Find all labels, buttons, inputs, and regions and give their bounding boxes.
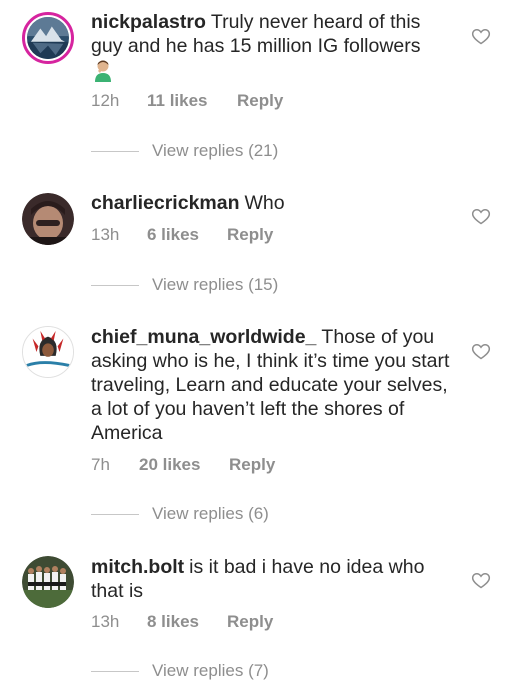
view-replies-button[interactable]: View replies (15) bbox=[91, 275, 278, 295]
like-heart-icon[interactable] bbox=[471, 206, 491, 226]
comment-body: Who bbox=[244, 192, 285, 214]
team-photo-avatar-icon bbox=[22, 556, 74, 608]
person-avatar-icon bbox=[22, 193, 74, 245]
reply-button[interactable]: Reply bbox=[229, 455, 275, 475]
comment-meta: 13h 6 likes Reply bbox=[91, 225, 273, 245]
like-heart-icon[interactable] bbox=[471, 26, 491, 46]
mountain-lake-avatar-icon bbox=[27, 17, 69, 59]
view-replies-label: View replies (7) bbox=[152, 661, 269, 680]
chief-headdress-logo-avatar-icon bbox=[23, 327, 73, 377]
view-replies-button[interactable]: View replies (6) bbox=[91, 504, 269, 524]
facepalm-emoji-icon bbox=[95, 60, 111, 82]
comment-likes[interactable]: 6 likes bbox=[147, 225, 227, 245]
comment-time: 13h bbox=[91, 225, 120, 244]
comment-text: mitch.bolt is it bad i have no idea who t… bbox=[91, 555, 451, 603]
like-heart-icon[interactable] bbox=[471, 341, 491, 361]
divider bbox=[91, 284, 139, 286]
reply-button[interactable]: Reply bbox=[227, 225, 273, 245]
reply-button[interactable]: Reply bbox=[227, 612, 273, 632]
comment-username[interactable]: mitch.bolt bbox=[91, 556, 184, 578]
comment-likes[interactable]: 11 likes bbox=[147, 91, 237, 111]
view-replies-label: View replies (6) bbox=[152, 504, 269, 523]
avatar[interactable] bbox=[22, 556, 74, 608]
comment-username[interactable]: chief_muna_worldwide_ bbox=[91, 326, 316, 348]
comment-time: 13h bbox=[91, 612, 120, 631]
comment-time: 12h bbox=[91, 91, 120, 110]
view-replies-button[interactable]: View replies (7) bbox=[91, 661, 269, 681]
view-replies-button[interactable]: View replies (21) bbox=[91, 141, 278, 161]
reply-button[interactable]: Reply bbox=[237, 91, 283, 111]
comment-meta: 7h 20 likes Reply bbox=[91, 455, 275, 475]
divider bbox=[91, 670, 139, 672]
view-replies-label: View replies (21) bbox=[152, 141, 279, 160]
comment-text: nickpalastro Truly never heard of this gu… bbox=[91, 10, 451, 88]
comment-likes[interactable]: 20 likes bbox=[139, 455, 229, 475]
divider bbox=[91, 150, 139, 152]
comment-username[interactable]: nickpalastro bbox=[91, 11, 206, 33]
comment-likes[interactable]: 8 likes bbox=[147, 612, 227, 632]
comment-meta: 13h 8 likes Reply bbox=[91, 612, 273, 632]
comment-meta: 12h 11 likes Reply bbox=[91, 91, 283, 111]
avatar[interactable] bbox=[22, 12, 74, 64]
view-replies-label: View replies (15) bbox=[152, 275, 279, 294]
comment-username[interactable]: charliecrickman bbox=[91, 192, 240, 214]
comment-text: chief_muna_worldwide_ Those of you asking… bbox=[91, 325, 451, 445]
avatar[interactable] bbox=[22, 193, 74, 245]
avatar[interactable] bbox=[22, 326, 74, 378]
comment-text: charliecrickman Who bbox=[91, 191, 451, 215]
divider bbox=[91, 513, 139, 515]
like-heart-icon[interactable] bbox=[471, 570, 491, 590]
comment-time: 7h bbox=[91, 455, 110, 474]
